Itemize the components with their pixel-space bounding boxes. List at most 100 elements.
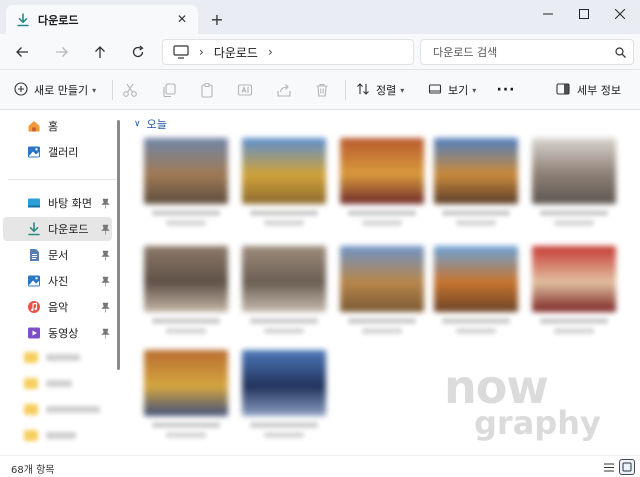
close-window-button[interactable] [600,0,640,28]
view-button[interactable]: 보기 ▾ [424,78,480,102]
sidebar-blurred-folder[interactable] [24,402,100,416]
up-button[interactable] [88,40,112,64]
image-thumbnail[interactable] [144,138,228,226]
image-thumbnail[interactable] [340,246,424,334]
image-thumbnail[interactable] [144,350,228,438]
new-tab-button[interactable]: + [207,9,227,29]
details-view-icon[interactable] [601,459,617,475]
pin-icon[interactable] [100,275,110,287]
blurred-label [46,379,72,387]
thumbnail-image [144,138,228,204]
thumbnail-image [242,246,326,312]
sidebar-item-desktop[interactable]: 바탕 화면 [3,191,112,215]
pin-icon[interactable] [100,327,110,339]
sidebar-item-music[interactable]: 음악 [3,295,112,319]
thumbnail-caption [264,220,304,226]
thumbnail-caption [348,210,416,216]
sidebar-item-home[interactable]: 홈 [3,114,112,138]
tab-downloads[interactable]: 다운로드 ✕ [6,5,198,34]
group-header-today[interactable]: ∨ 오늘 [134,116,167,132]
thumbnail-caption [250,318,318,324]
details-pane-button[interactable]: 세부 정보 [556,78,621,102]
sidebar-item-videos[interactable]: 동영상 [3,321,112,345]
thumbnail-caption [250,210,318,216]
refresh-button[interactable] [126,40,150,64]
music-icon [27,300,41,314]
share-icon[interactable] [273,79,295,101]
folder-icon [24,403,38,415]
paste-icon[interactable] [196,79,218,101]
thumbnail-image [532,246,616,312]
thumbnail-caption [152,422,220,428]
delete-icon[interactable] [311,79,333,101]
sidebar-item-gallery[interactable]: 갤러리 [3,140,112,164]
search-icon[interactable] [607,40,633,64]
image-thumbnail[interactable] [434,138,518,226]
title-bar: 다운로드 ✕ + [0,0,640,34]
chevron-down-icon: ▾ [472,85,477,95]
sort-icon [356,82,370,99]
thumbnail-caption [362,220,402,226]
chevron-right-icon[interactable]: › [199,45,204,59]
thumbnail-image [144,246,228,312]
pin-icon[interactable] [100,249,110,261]
sidebar-scrollbar[interactable] [117,120,120,370]
sidebar-blurred-folder[interactable] [24,428,76,442]
sidebar-item-label: 바탕 화면 [48,197,92,210]
more-options-icon[interactable]: ··· [494,78,518,102]
pin-icon[interactable] [100,223,110,235]
thumbnail-caption [166,432,206,438]
new-button[interactable]: 새로 만들기 ▾ [8,78,102,102]
thumbnail-image [242,138,326,204]
rename-icon[interactable] [234,79,256,101]
chevron-right-icon[interactable]: › [268,45,273,59]
thumbnail-caption [442,210,510,216]
image-thumbnail[interactable] [340,138,424,226]
new-button-label: 새로 만들기 [34,84,89,97]
search-input[interactable]: 다운로드 검색 [420,39,634,65]
copy-icon[interactable] [158,79,180,101]
details-label: 세부 정보 [577,84,621,97]
sidebar-item-documents[interactable]: 문서 [3,243,112,267]
image-thumbnail[interactable] [242,138,326,226]
sidebar-item-pictures[interactable]: 사진 [3,269,112,293]
maximize-button[interactable] [564,0,604,28]
sidebar-blurred-folder[interactable] [24,350,80,364]
address-bar[interactable]: › 다운로드 › [162,39,414,65]
minimize-button[interactable] [528,0,568,28]
thumbnail-caption [540,318,608,324]
thumbnail-caption [554,328,594,334]
chevron-down-icon: ▾ [92,85,97,95]
chevron-down-icon: ∨ [134,119,141,129]
view-icon [428,82,442,99]
download-icon [16,12,30,27]
view-label: 보기 [448,84,469,97]
gallery-icon [27,145,41,159]
image-thumbnail[interactable] [144,246,228,334]
pin-icon[interactable] [100,301,110,313]
image-thumbnail[interactable] [242,246,326,334]
thumbnail-caption [456,328,496,334]
close-icon[interactable]: ✕ [174,11,190,27]
pictures-icon [27,274,41,288]
plus-circle-icon [14,81,28,99]
sort-label: 정렬 [376,84,397,97]
watermark-word: graphy [474,404,601,442]
sidebar-item-label: 음악 [48,301,69,314]
image-thumbnail[interactable] [434,246,518,334]
sidebar-item-downloads[interactable]: 다운로드 [3,217,112,241]
pin-icon[interactable] [100,197,110,209]
cut-icon[interactable] [119,79,141,101]
thumbnail-caption [264,432,304,438]
back-button[interactable] [10,40,34,64]
address-location[interactable]: 다운로드 [214,44,258,61]
sidebar-item-label: 사진 [48,275,69,288]
thumbnail-view-icon[interactable] [619,459,635,475]
image-thumbnail[interactable] [242,350,326,438]
image-thumbnail[interactable] [532,246,616,334]
image-thumbnail[interactable] [532,138,616,226]
sort-button[interactable]: 정렬 ▾ [352,78,408,102]
thumbnail-caption [456,220,496,226]
sidebar-blurred-folder[interactable] [24,376,72,390]
forward-button[interactable] [50,40,74,64]
